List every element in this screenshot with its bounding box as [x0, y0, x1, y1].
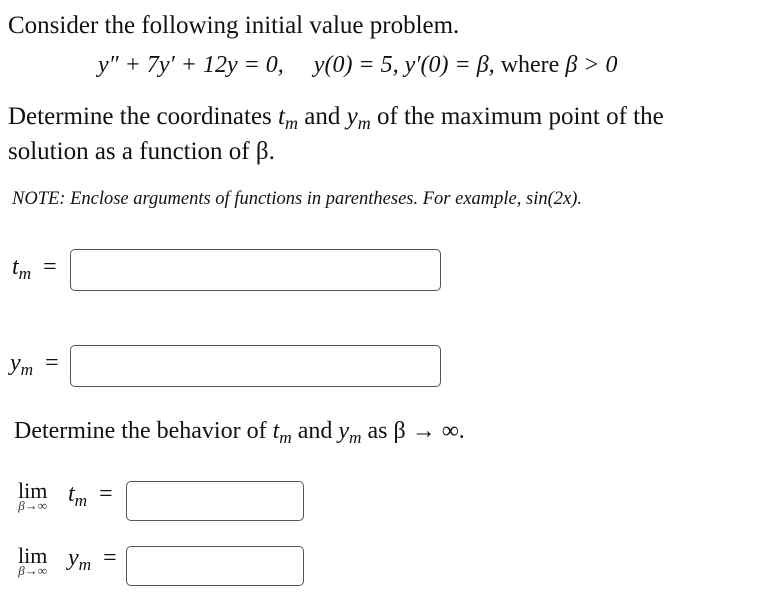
beta-condition: β > 0: [565, 52, 618, 78]
limit-ym-label: lim β→∞: [18, 543, 47, 579]
limit-tm-var: tm =: [68, 481, 113, 510]
y-var: ym: [338, 418, 362, 447]
prompt-behavior: Determine the behavior of tm and ym as β…: [14, 418, 465, 447]
tm-answer-input[interactable]: [70, 249, 441, 291]
lim-subscript: β→∞: [18, 563, 48, 578]
t-var: tm: [278, 103, 298, 134]
lim-subscript: β→∞: [18, 498, 48, 513]
intro-text: Consider the following initial value pro…: [8, 12, 460, 39]
limit-tm-input[interactable]: [126, 481, 304, 521]
where-text: where: [500, 52, 560, 78]
prompt-text: Determine the coordinates: [8, 103, 272, 130]
limit-tm-label: lim β→∞: [18, 478, 47, 514]
prompt-text-2: of the maximum point of the: [376, 103, 664, 130]
ode: y″ + 7y′ + 12y = 0,: [98, 52, 284, 78]
prompt-coordinates-line2: solution as a function of β.: [8, 138, 275, 165]
prompt-text-2: as β → ∞.: [367, 418, 465, 444]
and-text: and: [297, 418, 333, 444]
t-var: tm: [272, 418, 292, 447]
y-var: ym: [346, 103, 371, 134]
prompt-coordinates: Determine the coordinates tm and ym of t…: [8, 103, 664, 134]
ym-label: ym =: [10, 350, 59, 379]
initial-condition-yprime: y′(0) = β,: [404, 52, 495, 78]
initial-condition-y: y(0) = 5,: [313, 52, 399, 78]
ivp-equation: y″ + 7y′ + 12y = 0, y(0) = 5, y′(0) = β,…: [98, 52, 617, 79]
tm-label: tm =: [12, 254, 57, 283]
ym-answer-input[interactable]: [70, 345, 441, 387]
limit-ym-input[interactable]: [126, 546, 304, 586]
limit-ym-var: ym =: [68, 545, 117, 574]
and-text: and: [304, 103, 341, 130]
prompt-text: Determine the behavior of: [14, 418, 267, 444]
note-text: NOTE: Enclose arguments of functions in …: [12, 189, 582, 209]
